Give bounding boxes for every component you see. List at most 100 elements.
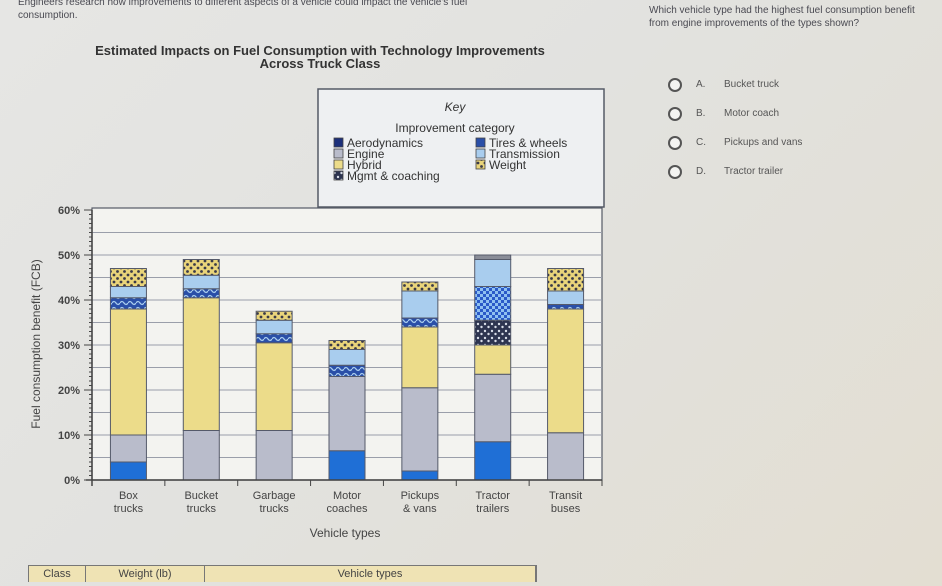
legend: Key Improvement category AerodynamicsEng… xyxy=(317,88,605,208)
y-tick-label: 20% xyxy=(58,385,80,397)
y-tick-label: 30% xyxy=(58,340,80,352)
y-axis-label: Fuel consumption benefit (FCB) xyxy=(29,259,43,428)
y-tick-label: 10% xyxy=(58,430,80,442)
bar-group xyxy=(255,310,293,481)
legend-swatch xyxy=(475,148,486,159)
y-tick-label: 50% xyxy=(58,250,80,262)
bar-group xyxy=(328,340,366,481)
bar-segment-engine xyxy=(401,387,439,472)
bar-segment-weight xyxy=(547,268,585,292)
legend-swatch xyxy=(333,170,344,181)
x-tick-label: trucks xyxy=(187,503,217,515)
option-label: Pickups and vans xyxy=(724,137,803,148)
class-table-header: Class Weight (lb) Vehicle types xyxy=(28,565,537,582)
bar-segment-engine xyxy=(474,373,512,443)
option-letter: B. xyxy=(696,108,706,119)
bar-segment-engine xyxy=(547,432,585,481)
radio-button[interactable] xyxy=(668,106,682,121)
bar-segment-engine xyxy=(182,430,220,481)
y-tick-label: 0% xyxy=(64,475,80,487)
option-letter: C. xyxy=(696,137,706,148)
option-c[interactable]: C. Pickups and vans xyxy=(668,128,802,157)
option-a[interactable]: A. Bucket truck xyxy=(668,70,802,99)
x-tick-label: Motor xyxy=(333,490,361,502)
x-tick-label: Transit xyxy=(549,490,582,502)
legend-subtitle: Improvement category xyxy=(395,121,514,135)
radio-button[interactable] xyxy=(668,77,682,92)
bar-segment-aerodynamics xyxy=(109,461,147,481)
x-axis-label: Vehicle types xyxy=(310,526,381,540)
x-tick-label: Tractor xyxy=(475,490,510,502)
bar-segment-tires-wheels xyxy=(328,364,366,377)
bar-segment-engine xyxy=(255,430,293,481)
radio-button[interactable] xyxy=(668,135,682,150)
legend-swatch xyxy=(333,159,344,170)
bar-segment-tires-wheels xyxy=(401,317,439,328)
answer-options: A. Bucket truck B. Motor coach C. Pickup… xyxy=(668,70,802,186)
question-text: Which vehicle type had the highest fuel … xyxy=(649,5,915,29)
bar-group xyxy=(474,254,512,481)
bar-segment-hybrid xyxy=(401,326,439,389)
bar-segment-hybrid xyxy=(255,342,293,431)
bar-segment-aerodynamics xyxy=(401,470,439,481)
bar-segment-tires-wheels xyxy=(255,333,293,344)
bar-group xyxy=(109,268,147,481)
option-label: Bucket truck xyxy=(724,79,780,90)
bar-segment-tires-wheels xyxy=(474,286,512,321)
bar-segment-engine xyxy=(109,434,147,463)
x-tick-label: Pickups xyxy=(401,490,440,502)
option-d[interactable]: D. Tractor trailer xyxy=(668,157,802,186)
bar-segment-transmission xyxy=(474,259,512,287)
bar-segment-tires-wheels xyxy=(109,297,147,310)
legend-swatch xyxy=(333,137,344,148)
bar-segment-tires-wheels xyxy=(182,288,220,299)
table-header-class: Class xyxy=(29,566,86,582)
legend-swatch xyxy=(333,148,344,159)
bar-group xyxy=(401,281,439,481)
bar-segment-aerodynamics xyxy=(328,450,366,481)
x-tick-label: trucks xyxy=(259,503,289,515)
bar-segment-engine xyxy=(328,376,366,452)
bar-segment-hybrid xyxy=(182,297,220,431)
y-tick-label: 40% xyxy=(58,295,80,307)
legend-swatch xyxy=(475,159,486,170)
y-tick-label: 60% xyxy=(58,205,80,217)
bar-segment-aerodynamics xyxy=(474,441,512,481)
bar-segment-transmission xyxy=(401,290,439,319)
x-tick-label: Box xyxy=(119,490,138,502)
x-tick-label: coaches xyxy=(327,503,368,515)
x-tick-label: & vans xyxy=(403,503,437,515)
bar-segment-weight xyxy=(182,259,220,276)
bar-group xyxy=(182,259,220,481)
option-letter: A. xyxy=(696,79,706,90)
bar-segment-weight xyxy=(474,254,512,260)
bar-segment-weight xyxy=(255,310,293,321)
x-axis: BoxtrucksBuckettrucksGarbagetrucksMotorc… xyxy=(86,479,603,515)
stacked-bar-chart: 0%10%20%30%40%50%60% BoxtrucksBuckettruc… xyxy=(29,88,605,540)
bar-group xyxy=(547,268,585,481)
legend-swatch xyxy=(475,137,486,148)
bar-segment-weight xyxy=(109,268,147,287)
table-header-vehicle-types: Vehicle types xyxy=(205,566,536,582)
bar-segment-transmission xyxy=(547,290,585,305)
option-b[interactable]: B. Motor coach xyxy=(668,99,802,128)
x-tick-label: trucks xyxy=(114,503,144,515)
bar-segment-hybrid xyxy=(474,344,512,375)
legend-label: Weight xyxy=(489,158,527,172)
legend-title: Key xyxy=(445,100,467,114)
y-axis: 0% 10% 20% 30% 40% 50% 60% xyxy=(58,205,93,487)
bar-segment-hybrid xyxy=(109,308,147,436)
table-header-weight: Weight (lb) xyxy=(86,566,205,582)
bar-segment-transmission xyxy=(255,319,293,335)
x-tick-label: Bucket xyxy=(184,490,218,502)
x-tick-label: buses xyxy=(551,503,581,515)
bar-segment-transmission xyxy=(328,349,366,366)
radio-button[interactable] xyxy=(668,164,682,179)
bar-segment-transmission xyxy=(182,274,220,290)
option-letter: D. xyxy=(696,166,706,177)
option-label: Motor coach xyxy=(724,108,780,119)
bar-segment-transmission xyxy=(109,286,147,299)
option-label: Tractor trailer xyxy=(724,166,784,177)
bar-segment-mgmt-coaching xyxy=(474,319,512,346)
legend-label: Mgmt & coaching xyxy=(347,169,440,183)
